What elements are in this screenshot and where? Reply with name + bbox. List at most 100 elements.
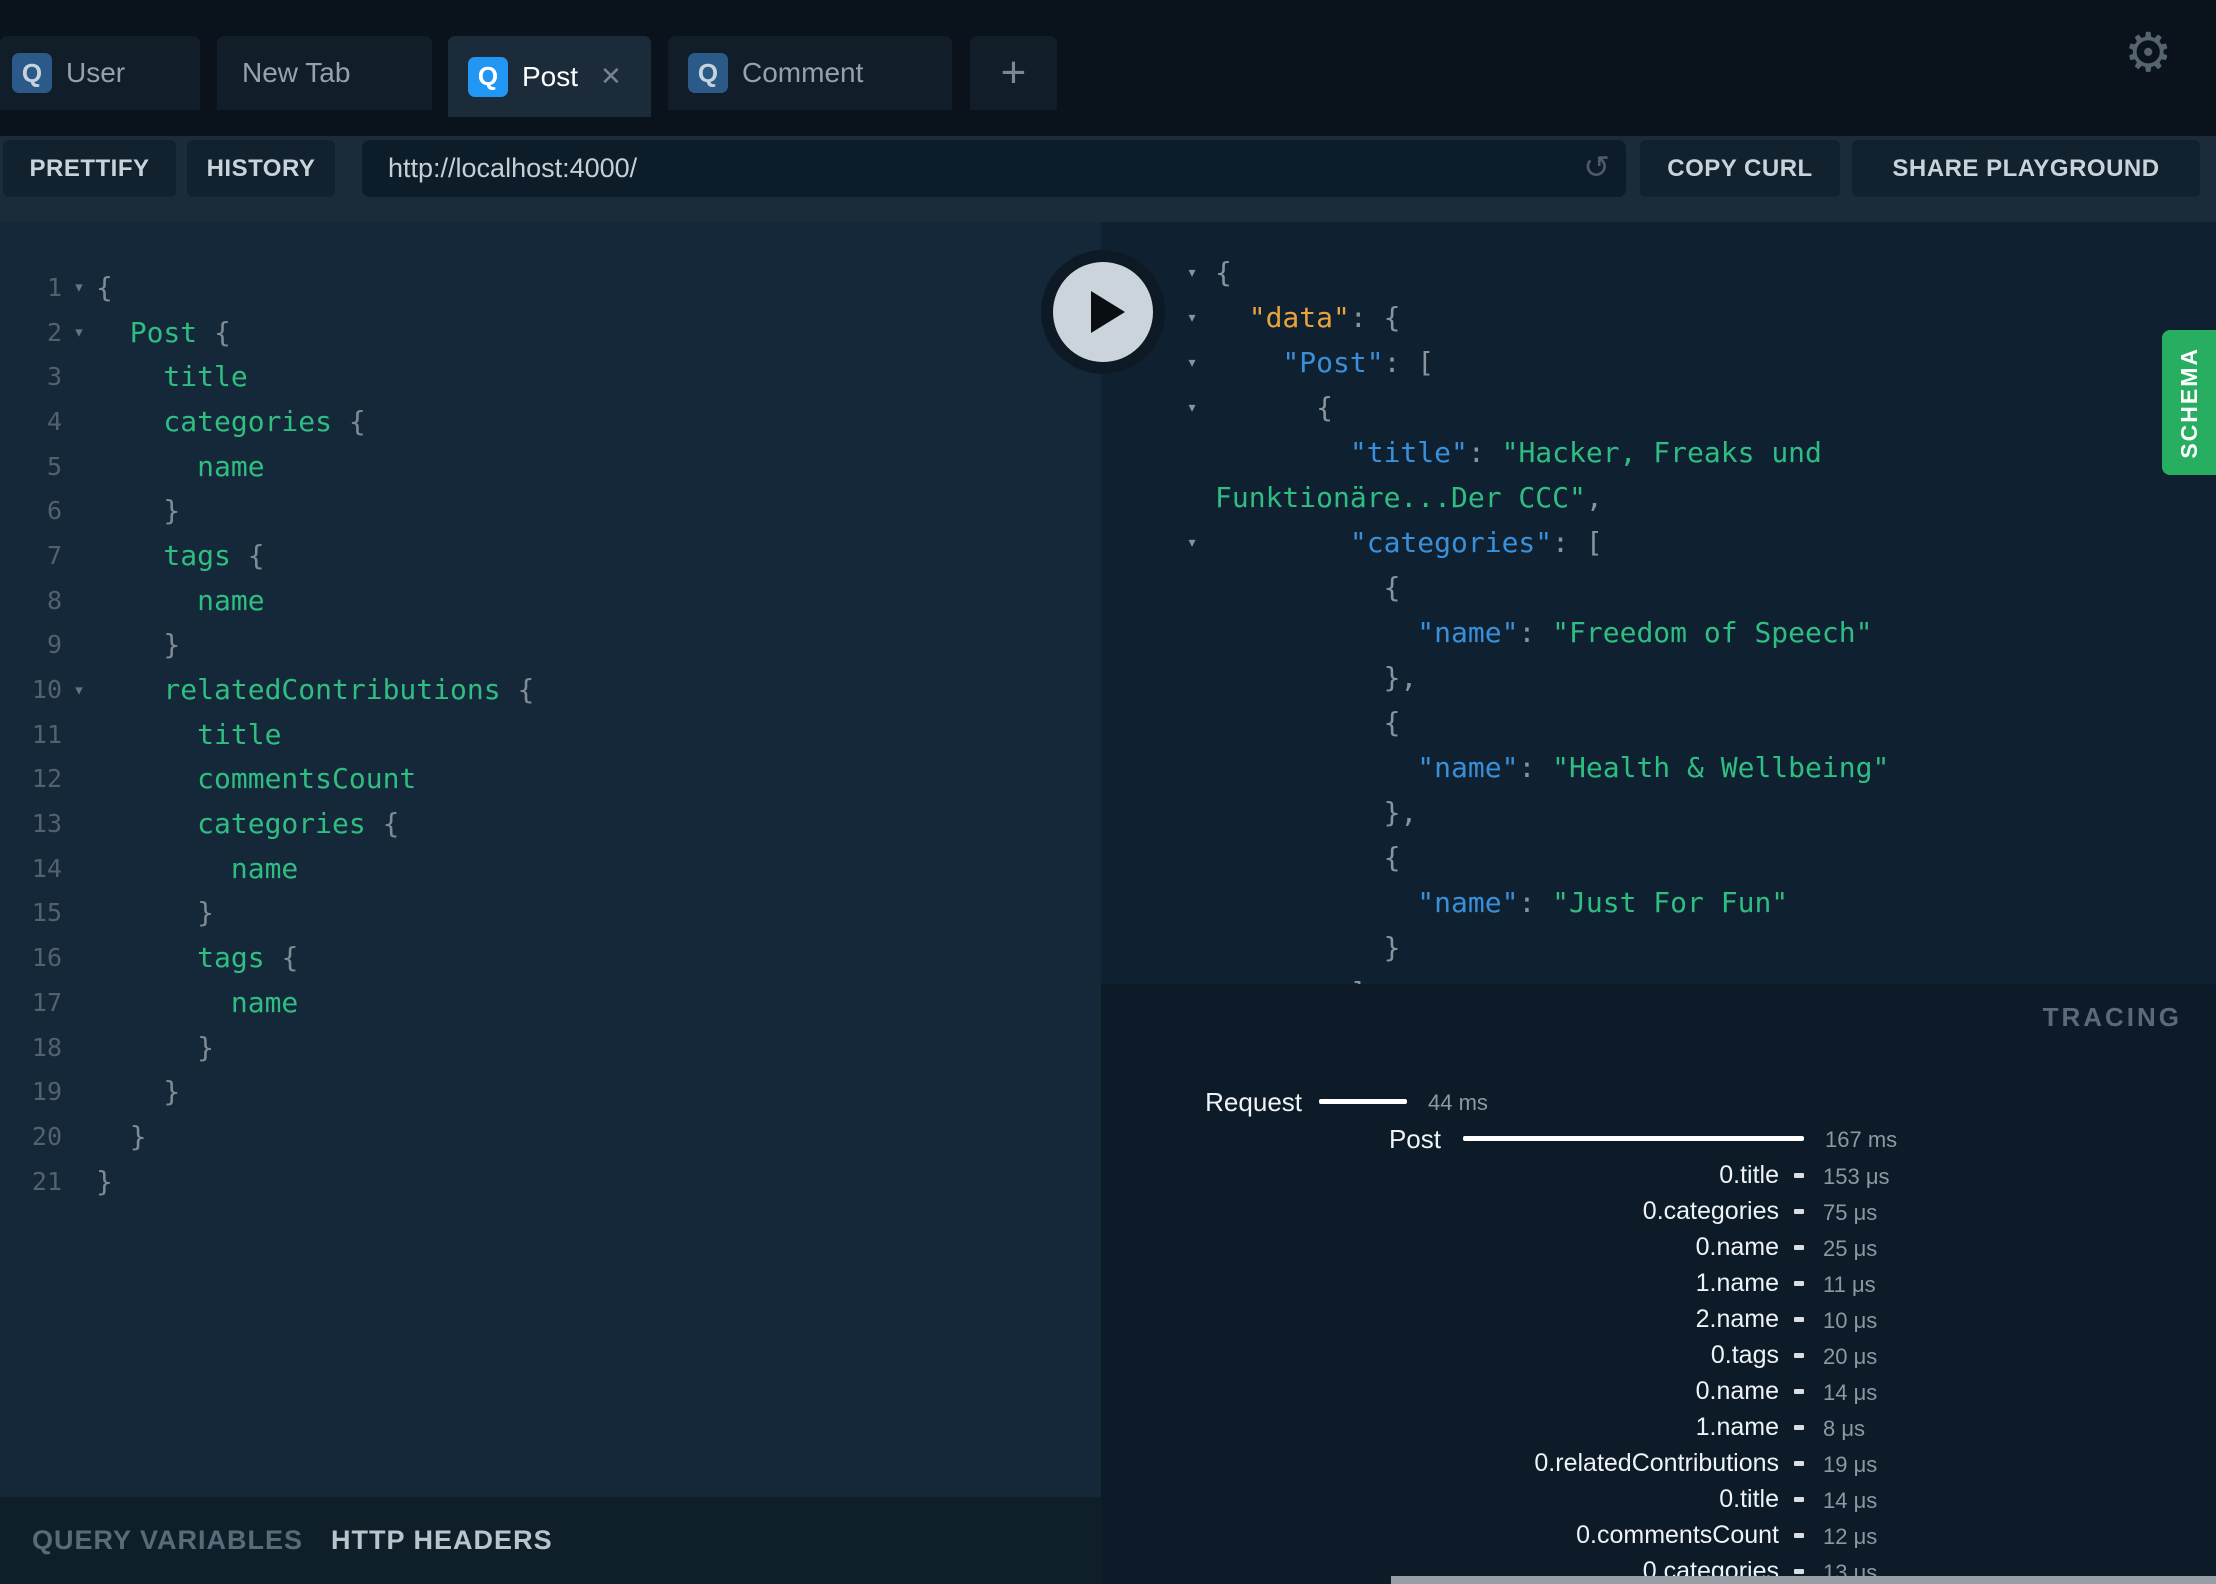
code-token: },	[1215, 796, 1418, 829]
code-token: }	[96, 1030, 215, 1064]
collapse-arrow-icon[interactable]: ▾	[1179, 307, 1205, 328]
play-icon	[1091, 291, 1125, 333]
response-line: ]	[1101, 970, 2216, 984]
line-number: 6	[46, 496, 62, 526]
tracing-row-label: 0.name	[1695, 1377, 1779, 1405]
response-line: ▾ "categories": [	[1101, 520, 2216, 565]
collapse-arrow-icon[interactable]: ▾	[1179, 397, 1205, 418]
line-number: 5	[46, 451, 62, 481]
editor-line[interactable]: 2 ▾ Post {	[0, 310, 1101, 355]
code-token: "title"	[1215, 436, 1468, 469]
editor-line[interactable]: 18 }	[0, 1025, 1101, 1070]
code-token: "Health & Wellbeing"	[1552, 751, 1890, 784]
editor-line[interactable]: 9 }	[0, 623, 1101, 668]
fold-arrow-icon[interactable]: ▾	[62, 679, 96, 701]
share-playground-button[interactable]: SHARE PLAYGROUND	[1852, 140, 2200, 197]
collapse-arrow-icon[interactable]: ▾	[1179, 262, 1205, 283]
code-token: title	[96, 717, 282, 751]
history-button[interactable]: HISTORY	[187, 140, 335, 197]
code-token: name	[96, 851, 299, 885]
line-number: 8	[46, 585, 62, 615]
code-token: {	[214, 315, 231, 349]
line-number: 11	[31, 719, 62, 749]
schema-tab-label: SCHEMA	[2175, 346, 2202, 459]
collapse-arrow-icon[interactable]: ▾	[1179, 352, 1205, 373]
schema-tab[interactable]: SCHEMA	[2162, 330, 2216, 475]
line-number: 20	[31, 1121, 62, 1151]
copy-curl-button[interactable]: COPY CURL	[1640, 140, 1840, 197]
editor-line[interactable]: 12 commentsCount	[0, 757, 1101, 802]
editor-line[interactable]: 10 ▾ relatedContributions {	[0, 667, 1101, 712]
collapse-arrow-icon[interactable]: ▾	[1179, 532, 1205, 553]
editor-line[interactable]: 21}	[0, 1159, 1101, 1204]
editor-line[interactable]: 20 }	[0, 1114, 1101, 1159]
response-json-lines: ▾{▾ "data": {▾ "Post": [▾ { "title": "Ha…	[1101, 250, 2216, 984]
new-tab-button[interactable]: +	[970, 36, 1057, 110]
tab-user[interactable]: Q User	[0, 36, 200, 110]
prettify-button[interactable]: PRETTIFY	[3, 140, 176, 197]
tab-new-tab[interactable]: New Tab	[217, 36, 432, 110]
query-editor-pane[interactable]: 1 ▾{2 ▾ Post {3 title 4 categories {5 name 6…	[0, 222, 1101, 1584]
fold-arrow-icon[interactable]: ▾	[62, 276, 96, 298]
editor-line[interactable]: 5 name	[0, 444, 1101, 489]
code-token: "name"	[1215, 751, 1519, 784]
code-token: }	[96, 1075, 181, 1109]
editor-line[interactable]: 8 name	[0, 578, 1101, 623]
code-token: "Just For Fun"	[1552, 886, 1789, 919]
code-token: {	[1215, 706, 1401, 739]
editor-line[interactable]: 16 tags {	[0, 935, 1101, 980]
tab-label: Comment	[742, 57, 864, 88]
code-token: categories	[96, 404, 349, 438]
editor-line[interactable]: 14 name	[0, 846, 1101, 891]
code-token: "data"	[1215, 301, 1350, 334]
response-line: },	[1101, 655, 2216, 700]
code-token: }	[96, 628, 181, 662]
response-line: ▾ "data": {	[1101, 295, 2216, 340]
tracing-horizontal-scrollbar[interactable]	[1391, 1576, 2216, 1584]
http-headers-tab[interactable]: HTTP HEADERS	[331, 1525, 553, 1556]
editor-line[interactable]: 3 title	[0, 354, 1101, 399]
tracing-row-label: 0.commentsCount	[1576, 1521, 1779, 1549]
response-line: "name": "Freedom of Speech"	[1101, 610, 2216, 655]
tracing-row-duration: 20 μs	[1823, 1344, 1878, 1369]
tracing-panel: TRACING Request 44 ms Post 167 ms 0.title 153…	[1101, 984, 2216, 1584]
endpoint-url-bar: ↺	[362, 140, 1626, 197]
editor-line[interactable]: 4 categories {	[0, 399, 1101, 444]
endpoint-url-input[interactable]	[362, 140, 1626, 197]
execute-query-button[interactable]	[1041, 250, 1165, 374]
code-token: "categories"	[1215, 526, 1553, 559]
code-token: {	[1215, 841, 1401, 874]
editor-line[interactable]: 17 name	[0, 980, 1101, 1025]
editor-line[interactable]: 11 title	[0, 712, 1101, 757]
plus-icon: +	[1000, 48, 1027, 97]
refresh-icon[interactable]: ↺	[1583, 148, 1610, 186]
response-line: }	[1101, 925, 2216, 970]
tab-post[interactable]: Q Post ✕	[448, 36, 651, 117]
editor-line[interactable]: 6 }	[0, 488, 1101, 533]
response-line: "name": "Health & Wellbeing"	[1101, 745, 2216, 790]
response-line: },	[1101, 790, 2216, 835]
code-token: {	[281, 941, 299, 975]
close-tab-icon[interactable]: ✕	[600, 61, 622, 92]
query-variables-tab[interactable]: QUERY VARIABLES	[32, 1525, 303, 1556]
tracing-tick-bar	[1794, 1353, 1804, 1358]
tracing-row-duration: 14 μs	[1823, 1380, 1878, 1405]
code-token: {	[1215, 391, 1334, 424]
code-token: }	[96, 896, 215, 930]
fold-arrow-icon[interactable]: ▾	[62, 321, 96, 343]
editor-line[interactable]: 7 tags {	[0, 533, 1101, 578]
line-number: 16	[31, 943, 62, 973]
editor-line[interactable]: 19 }	[0, 1069, 1101, 1114]
tracing-row-label: 0.title	[1719, 1161, 1779, 1189]
editor-line[interactable]: 13 categories {	[0, 801, 1101, 846]
response-line: "title": "Hacker, Freaks und	[1101, 430, 2216, 475]
editor-line[interactable]: 1 ▾{	[0, 265, 1101, 310]
editor-line[interactable]: 15 }	[0, 891, 1101, 936]
tracing-tick-bar	[1794, 1461, 1804, 1466]
code-token: tags	[96, 941, 282, 975]
settings-gear-icon[interactable]: ⚙	[2124, 26, 2172, 80]
code-token: name	[96, 449, 265, 483]
tab-comment[interactable]: Q Comment	[668, 36, 952, 110]
line-number: 9	[46, 630, 62, 660]
code-token: :	[1518, 616, 1553, 649]
